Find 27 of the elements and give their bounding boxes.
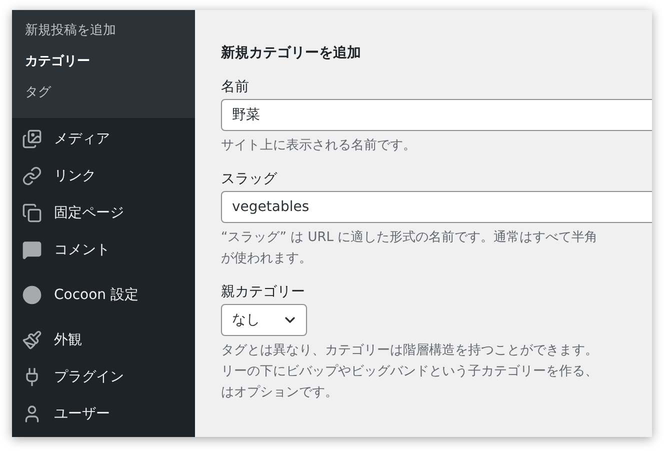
- submenu-item[interactable]: タグ: [12, 77, 195, 108]
- pages-icon: [22, 202, 42, 222]
- menu-item[interactable]: Cocoon 設定: [12, 276, 195, 313]
- menu-item[interactable]: リンク: [12, 157, 195, 194]
- menu-item[interactable]: コメント: [12, 231, 195, 268]
- menu-item[interactable]: ユーザー: [12, 395, 195, 432]
- form-title: 新規カテゴリーを追加: [221, 44, 362, 62]
- circle-icon: [22, 284, 42, 304]
- menu-item[interactable]: メディア: [12, 120, 195, 157]
- help-text: “スラッグ” は URL に適した形式の名前です。通常はすべて半角 が使われます。: [221, 229, 599, 268]
- menu-item[interactable]: 外観: [12, 321, 195, 358]
- field-label: スラッグ: [221, 170, 278, 188]
- parent-select[interactable]: なし: [221, 304, 307, 336]
- link-icon: [22, 166, 42, 186]
- slug-input[interactable]: vegetables: [221, 191, 652, 223]
- images-icon: [22, 128, 42, 148]
- name-input[interactable]: 野菜: [221, 99, 652, 131]
- help-text: タグとは異なり、カテゴリーは階層構造を持つことができます。 リーの下にビバップやビッグバンドという子カテゴリーを作る、 はオプションです。: [221, 342, 599, 402]
- submenu-item[interactable]: カテゴリー: [12, 46, 195, 77]
- menu-item[interactable]: 固定ページ: [12, 194, 195, 231]
- field-label: 名前: [221, 78, 250, 96]
- paintbrush-icon: [22, 330, 42, 350]
- menu-item[interactable]: プラグイン: [12, 358, 195, 395]
- field-label: 親カテゴリー: [221, 283, 306, 301]
- comment-icon: [22, 240, 42, 260]
- help-text: サイト上に表示される名前です。: [221, 137, 417, 155]
- submenu-item[interactable]: 新規投稿を追加: [12, 15, 195, 46]
